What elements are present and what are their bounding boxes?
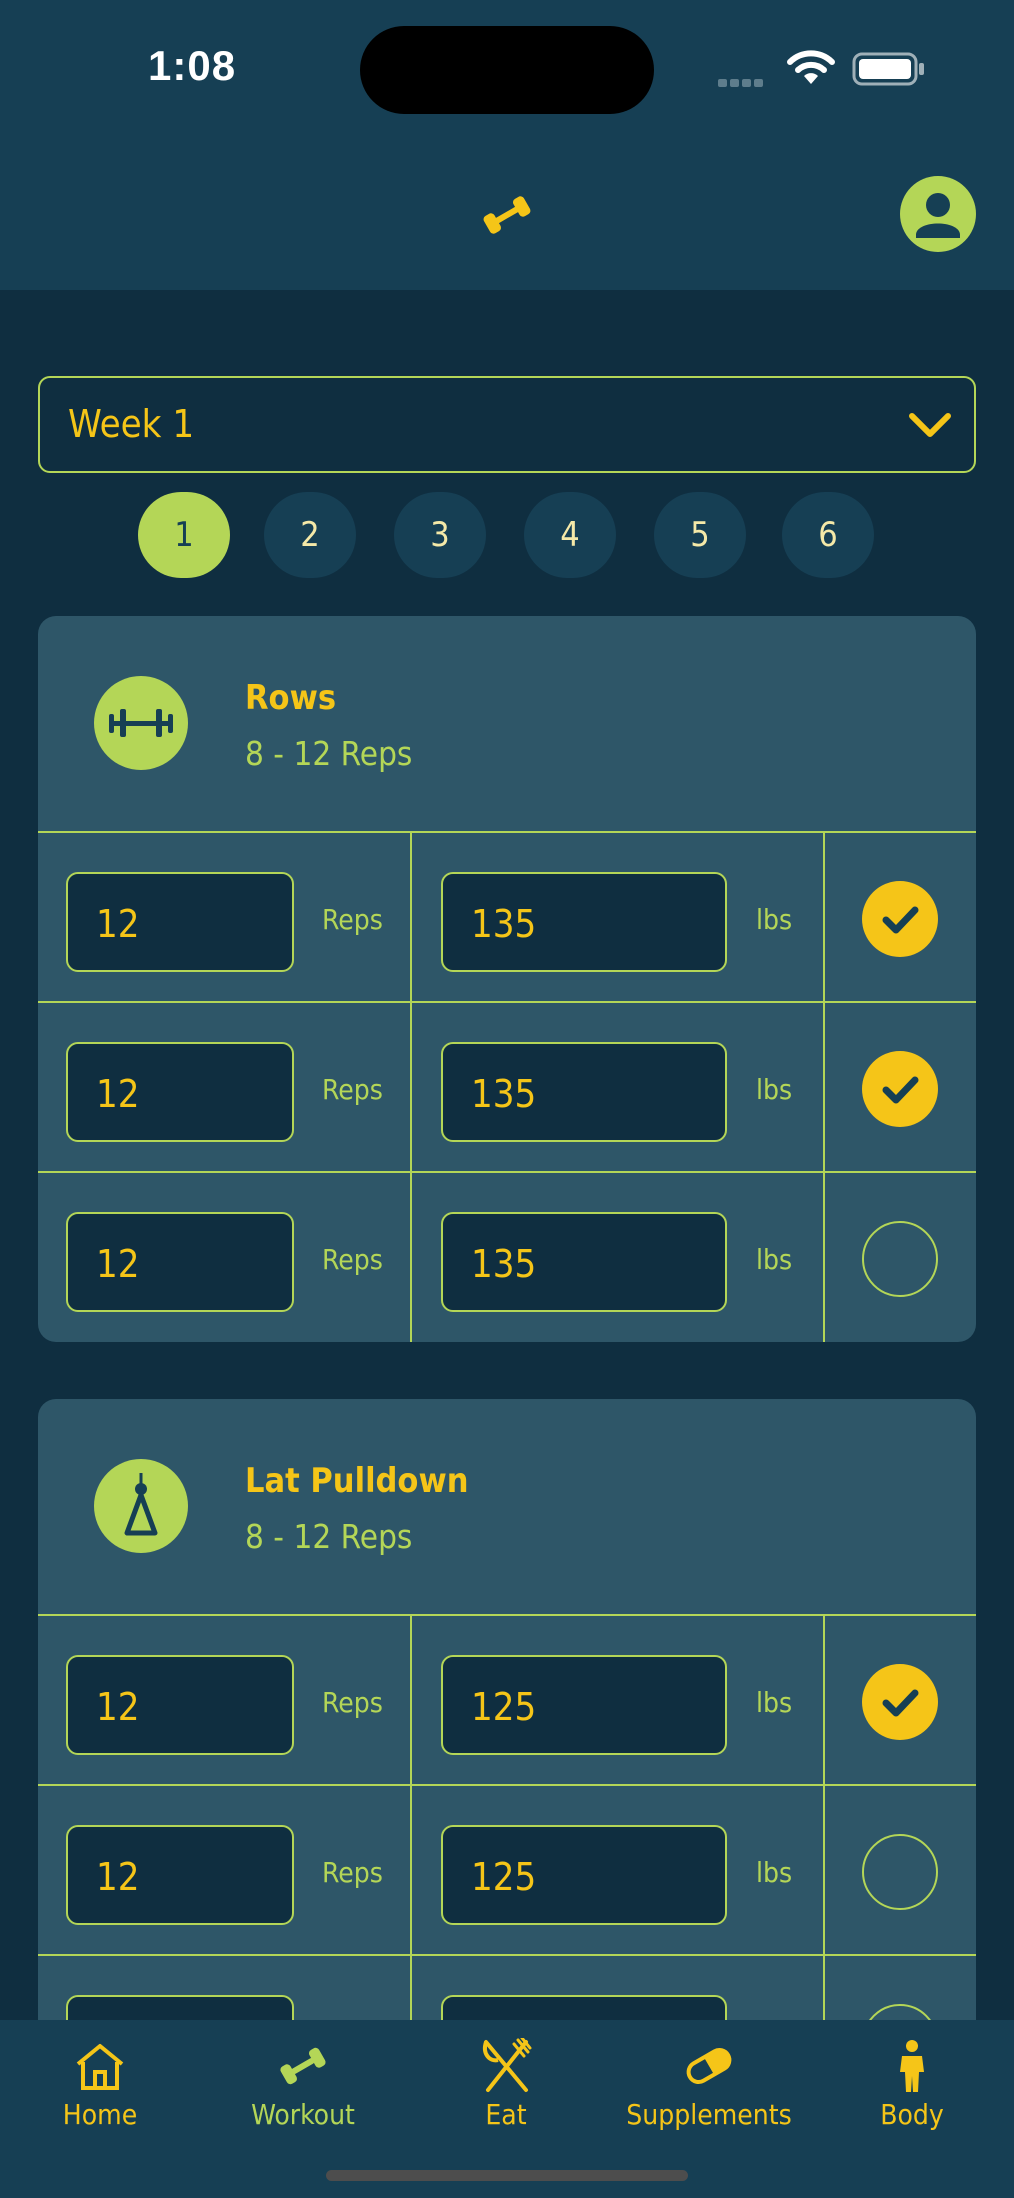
exercise-name: Rows [245, 678, 337, 718]
cable-handle-icon [94, 1459, 188, 1553]
set-row: 12 Reps 135 lbs [38, 1173, 976, 1342]
reps-unit-label: Reps [322, 903, 383, 936]
weight-input[interactable]: 135 [441, 872, 727, 972]
dumbbell-icon [280, 2047, 326, 2085]
checkmark-icon [882, 906, 919, 934]
set-complete-checkbox[interactable] [862, 1051, 938, 1127]
day-pill-1[interactable]: 1 [138, 492, 230, 578]
weight-unit-label: lbs [756, 1686, 793, 1719]
column-divider [823, 1786, 825, 1954]
tab-home[interactable]: Home [0, 2038, 200, 2131]
tab-label: Home [62, 2098, 138, 2131]
column-divider [410, 1173, 412, 1342]
reps-input[interactable]: 12 [66, 872, 294, 972]
reps-input[interactable]: 12 [66, 1042, 294, 1142]
dynamic-island [360, 26, 654, 114]
day-pill-2[interactable]: 2 [264, 492, 356, 578]
home-icon [76, 2044, 124, 2090]
tab-eat[interactable]: Eat [406, 2038, 606, 2131]
day-pill-6[interactable]: 6 [782, 492, 874, 578]
checkmark-icon [882, 1689, 919, 1717]
column-divider [410, 1786, 412, 1954]
exercise-name: Lat Pulldown [245, 1461, 469, 1501]
home-indicator [326, 2170, 688, 2181]
day-pill-4[interactable]: 4 [524, 492, 616, 578]
column-divider [823, 1003, 825, 1171]
weight-input[interactable]: 125 [441, 1655, 727, 1755]
exercise-header: Lat Pulldown 8 - 12 Reps [38, 1399, 976, 1616]
checkmark-icon [882, 1076, 919, 1104]
set-complete-checkbox[interactable] [862, 1221, 938, 1297]
pill-icon [686, 2048, 732, 2084]
cellular-signal-icon [718, 74, 772, 87]
tab-workout[interactable]: Workout [203, 2038, 403, 2131]
tab-label: Eat [485, 2098, 527, 2131]
exercise-rep-range: 8 - 12 Reps [245, 734, 413, 773]
reps-unit-label: Reps [322, 1073, 383, 1106]
fork-knife-icon [483, 2038, 532, 2092]
wifi-icon [787, 50, 835, 84]
day-pill-3[interactable]: 3 [394, 492, 486, 578]
reps-unit-label: Reps [322, 1856, 383, 1889]
person-avatar-icon [916, 193, 960, 238]
week-dropdown-label: Week 1 [68, 402, 195, 446]
column-divider [823, 833, 825, 1001]
set-complete-checkbox[interactable] [862, 1664, 938, 1740]
dumbbell-logo-icon [483, 196, 531, 234]
weight-unit-label: lbs [756, 903, 793, 936]
set-complete-checkbox[interactable] [862, 881, 938, 957]
set-row: 12 Reps 125 lbs [38, 1786, 976, 1956]
day-pill-5[interactable]: 5 [654, 492, 746, 578]
weight-input[interactable]: 125 [441, 1825, 727, 1925]
exercise-card: Lat Pulldown 8 - 12 Reps 12 Reps 125 lbs… [38, 1399, 976, 2099]
reps-input[interactable]: 12 [66, 1655, 294, 1755]
status-time: 1:08 [148, 42, 237, 89]
person-icon [900, 2040, 924, 2092]
weight-unit-label: lbs [756, 1243, 793, 1276]
set-row: 12 Reps 125 lbs [38, 1616, 976, 1786]
exercise-rep-range: 8 - 12 Reps [245, 1517, 413, 1556]
exercise-card: Rows 8 - 12 Reps 12 Reps 135 lbs 12 Reps… [38, 616, 976, 1342]
column-divider [410, 1003, 412, 1171]
chevron-down-icon [909, 413, 951, 437]
weight-unit-label: lbs [756, 1073, 793, 1106]
weight-input[interactable]: 135 [441, 1042, 727, 1142]
week-dropdown[interactable]: Week 1 [38, 376, 976, 473]
tab-label: Body [880, 2098, 944, 2131]
set-row: 12 Reps 135 lbs [38, 1003, 976, 1173]
column-divider [410, 1616, 412, 1784]
exercise-header: Rows 8 - 12 Reps [38, 616, 976, 833]
tab-body[interactable]: Body [812, 2038, 1012, 2131]
weight-input[interactable]: 135 [441, 1212, 727, 1312]
set-complete-checkbox[interactable] [862, 1834, 938, 1910]
reps-unit-label: Reps [322, 1686, 383, 1719]
profile-avatar-button[interactable] [900, 176, 976, 252]
weight-unit-label: lbs [756, 1856, 793, 1889]
reps-input[interactable]: 12 [66, 1825, 294, 1925]
column-divider [823, 1616, 825, 1784]
app-header: 1:08 [0, 0, 1014, 290]
set-row: 12 Reps 135 lbs [38, 833, 976, 1003]
reps-input[interactable]: 12 [66, 1212, 294, 1312]
barbell-icon [94, 676, 188, 770]
tab-label: Workout [251, 2098, 355, 2131]
tab-label: Supplements [626, 2098, 792, 2131]
battery-icon [852, 52, 924, 86]
column-divider [410, 833, 412, 1001]
reps-unit-label: Reps [322, 1243, 383, 1276]
tab-supplements[interactable]: Supplements [609, 2038, 809, 2131]
column-divider [823, 1173, 825, 1342]
